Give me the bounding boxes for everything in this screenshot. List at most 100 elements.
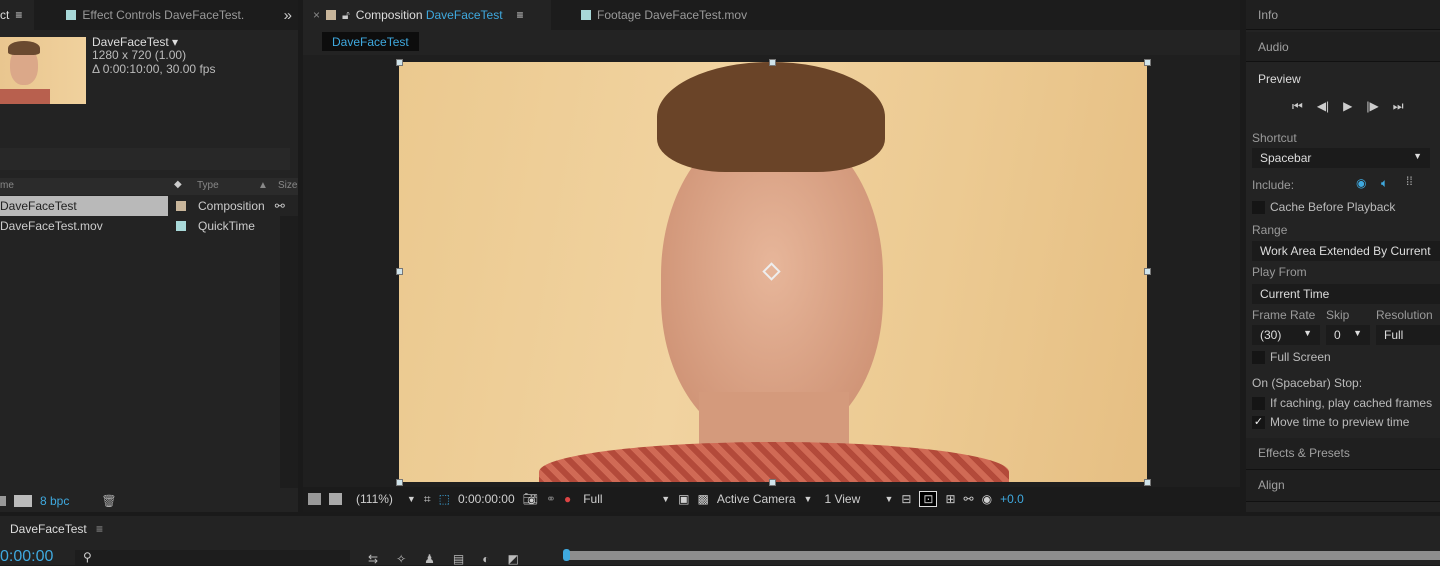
breadcrumb[interactable]: DaveFaceTest (322, 32, 419, 51)
menu-icon[interactable]: ≡ (15, 8, 22, 22)
column-size[interactable]: Size (278, 180, 297, 191)
range-dropdown[interactable]: Work Area Extended By Current (1252, 241, 1440, 261)
exposure-reset-icon[interactable]: ◉ (982, 492, 992, 506)
color-channels-icon[interactable]: ● (564, 492, 571, 506)
close-icon[interactable]: × (313, 8, 320, 22)
transform-handle[interactable] (396, 479, 403, 486)
tab-composition[interactable]: × 🔓︎ Composition DaveFaceTest ≡ (303, 0, 551, 30)
work-area-start-handle[interactable] (563, 549, 570, 561)
checkbox[interactable] (1252, 397, 1265, 411)
tab-footage[interactable]: Footage DaveFaceTest.mov (569, 0, 759, 30)
play-icon[interactable]: ▶︎ (1343, 99, 1352, 114)
link-icon[interactable]: ⚭ (546, 492, 556, 506)
column-header: me ◆ Type ▲ Size (0, 178, 298, 195)
chevron-down-icon[interactable]: ▼ (804, 494, 813, 504)
align-header[interactable]: Align (1246, 470, 1440, 502)
resolution-dropdown[interactable]: Full (583, 492, 653, 506)
frame-rate-dropdown[interactable]: (30) ▼ (1252, 325, 1320, 345)
last-frame-icon[interactable]: ⏭ (1393, 99, 1404, 114)
timeline-search[interactable]: ⚲ (75, 550, 350, 565)
overlay-toggle-icon[interactable]: ⁞⁞ (1406, 174, 1413, 188)
timeline-timecode[interactable]: 0:00:00 (0, 548, 53, 566)
tab-timeline[interactable]: DaveFaceTest ≡ (10, 522, 103, 536)
first-frame-icon[interactable]: ⏮ (1292, 99, 1303, 114)
transform-handle[interactable] (396, 268, 403, 275)
folder-icon[interactable] (0, 496, 6, 506)
timeline-icon[interactable]: ⊞ (945, 492, 955, 506)
flowchart-icon[interactable]: ⚯ (275, 199, 285, 213)
time-ruler[interactable] (566, 551, 1440, 560)
shortcut-dropdown[interactable]: Spacebar ▼ (1252, 148, 1430, 168)
play-from-dropdown[interactable]: Current Time (1252, 284, 1440, 304)
column-type[interactable]: Type (197, 180, 219, 191)
tab-effect-controls[interactable]: Effect Controls DaveFaceTest. (54, 0, 256, 30)
region-of-interest-icon[interactable]: ▣ (678, 492, 689, 506)
project-row[interactable]: DaveFaceTest Composition ⚯ (0, 196, 298, 216)
camera-dropdown[interactable]: Active Camera (717, 492, 796, 506)
label-tag-icon[interactable]: ◆ (174, 179, 182, 190)
new-comp-icon[interactable] (14, 495, 32, 507)
play-cached-frames-checkbox[interactable]: If caching, play cached frames (1252, 396, 1432, 411)
composition-tabbar: × 🔓︎ Composition DaveFaceTest ≡ Footage … (303, 0, 1240, 30)
move-time-checkbox[interactable]: ✓ Move time to preview time (1252, 415, 1409, 430)
transform-handle[interactable] (769, 479, 776, 486)
audio-panel-header[interactable]: Audio (1246, 32, 1440, 62)
motion-blur-icon[interactable]: ◐ (482, 552, 489, 566)
overflow-button[interactable]: » (284, 7, 298, 24)
snapshot-icon[interactable] (308, 493, 321, 505)
transform-handle[interactable] (396, 59, 403, 66)
frame-blending-icon[interactable]: ▤ (453, 552, 464, 566)
flowchart-icon[interactable]: ⚯ (964, 492, 974, 506)
chevron-down-icon[interactable]: ▼ (407, 494, 416, 504)
info-panel-header[interactable]: Info (1246, 0, 1440, 30)
effects-presets-header[interactable]: Effects & Presets (1246, 438, 1440, 470)
checkbox-label: Full Screen (1270, 350, 1331, 364)
project-search[interactable] (0, 148, 290, 170)
transform-handle[interactable] (1144, 268, 1151, 275)
skip-dropdown[interactable]: 0 ▼ (1326, 325, 1370, 345)
audio-toggle-speaker-icon[interactable]: 🔈︎ (1381, 176, 1388, 191)
draft-3d-icon[interactable]: ✧ (396, 552, 406, 566)
tab-project[interactable]: ct ≡ (0, 0, 35, 30)
menu-icon[interactable]: ≡ (517, 8, 524, 22)
transform-handle[interactable] (1144, 59, 1151, 66)
current-time[interactable]: 0:00:00:00 (458, 492, 515, 506)
column-name[interactable]: me (0, 180, 14, 191)
next-frame-icon[interactable]: |▶︎ (1366, 99, 1378, 114)
full-screen-checkbox[interactable]: Full Screen (1252, 350, 1331, 365)
safe-area-icon[interactable]: ⌗ (424, 492, 431, 507)
cache-before-playback-checkbox[interactable]: Cache Before Playback (1252, 200, 1395, 215)
checkbox[interactable] (1252, 351, 1265, 365)
project-row[interactable]: DaveFaceTest.mov QuickTime (0, 216, 298, 236)
fast-preview-icon[interactable]: ⊡ (919, 491, 938, 507)
previous-frame-icon[interactable]: ◀︎| (1317, 99, 1329, 114)
video-toggle-eye-icon[interactable]: ◉ (1356, 176, 1366, 190)
item-name[interactable]: DaveFaceTest ▾ (92, 35, 178, 49)
camera-icon[interactable]: 📷︎ (523, 492, 538, 506)
checkbox[interactable] (1252, 201, 1265, 215)
bpc-toggle[interactable]: 8 bpc (40, 494, 69, 508)
project-scrollbar[interactable] (280, 216, 298, 488)
resolution-dropdown[interactable]: Full (1376, 325, 1440, 345)
transform-handle[interactable] (769, 59, 776, 66)
range-label: Range (1252, 223, 1288, 237)
pixel-aspect-icon[interactable]: ⊟ (901, 492, 911, 506)
composition-mini-flowchart-icon[interactable]: ⇆ (368, 552, 378, 566)
mask-path-icon[interactable]: ⬚ (439, 492, 450, 506)
lock-icon[interactable]: 🔓︎ (342, 8, 350, 23)
display-icon[interactable] (329, 493, 342, 505)
transparency-grid-icon[interactable]: ▩ (697, 492, 708, 506)
preview-header[interactable]: Preview (1258, 72, 1301, 86)
menu-icon[interactable]: ≡ (96, 522, 103, 536)
exposure-value[interactable]: +0.0 (1000, 492, 1024, 506)
dropdown-value: Spacebar (1260, 151, 1312, 165)
views-dropdown[interactable]: 1 View (824, 492, 876, 506)
graph-editor-icon[interactable]: ◩ (507, 552, 518, 566)
checkmark-icon[interactable]: ✓ (1252, 416, 1265, 430)
transform-handle[interactable] (1144, 479, 1151, 486)
shy-icon[interactable]: ♟ (424, 552, 435, 566)
chevron-down-icon[interactable]: ▼ (884, 494, 893, 504)
trash-icon[interactable]: 🗑 (101, 494, 116, 508)
chevron-down-icon[interactable]: ▼ (661, 494, 670, 504)
zoom-dropdown[interactable]: (111%) (356, 492, 393, 506)
